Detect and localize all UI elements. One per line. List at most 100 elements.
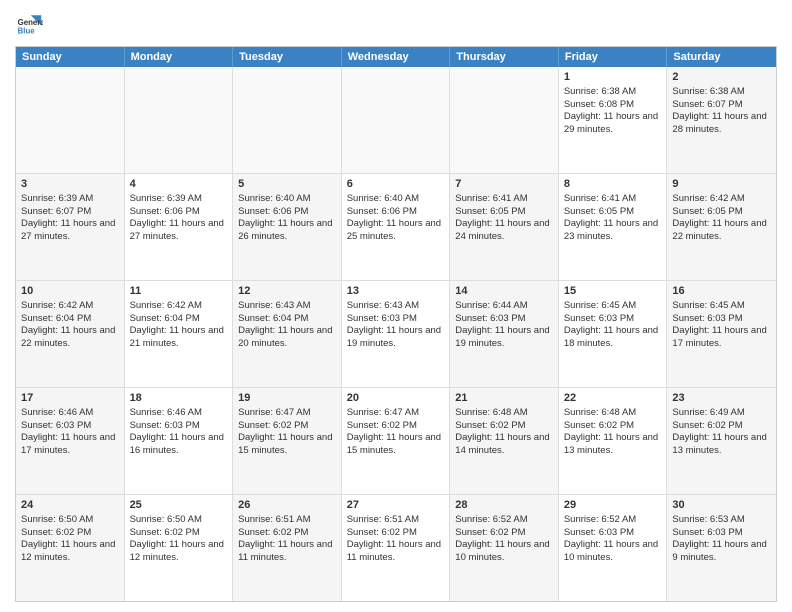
calendar-cell: 17Sunrise: 6:46 AMSunset: 6:03 PMDayligh… (16, 388, 125, 494)
calendar-cell: 24Sunrise: 6:50 AMSunset: 6:02 PMDayligh… (16, 495, 125, 601)
sunset-text: Sunset: 6:05 PM (564, 206, 634, 217)
sunrise-text: Sunrise: 6:49 AM (672, 407, 744, 418)
calendar-cell: 4Sunrise: 6:39 AMSunset: 6:06 PMDaylight… (125, 174, 234, 280)
daylight-text: Daylight: 11 hours and 19 minutes. (455, 325, 549, 349)
daylight-text: Daylight: 11 hours and 12 minutes. (130, 539, 224, 563)
sunrise-text: Sunrise: 6:40 AM (238, 193, 310, 204)
daylight-text: Daylight: 11 hours and 22 minutes. (672, 218, 766, 242)
daylight-text: Daylight: 11 hours and 22 minutes. (21, 325, 115, 349)
calendar-cell: 9Sunrise: 6:42 AMSunset: 6:05 PMDaylight… (667, 174, 776, 280)
svg-text:Blue: Blue (18, 27, 36, 36)
weekday-header: Saturday (667, 47, 776, 67)
day-number: 28 (455, 498, 553, 513)
weekday-header: Thursday (450, 47, 559, 67)
day-number: 2 (672, 70, 771, 85)
sunrise-text: Sunrise: 6:46 AM (21, 407, 93, 418)
weekday-header: Wednesday (342, 47, 451, 67)
day-number: 5 (238, 177, 336, 192)
daylight-text: Daylight: 11 hours and 23 minutes. (564, 218, 658, 242)
sunset-text: Sunset: 6:02 PM (455, 420, 525, 431)
sunset-text: Sunset: 6:03 PM (672, 527, 742, 538)
sunrise-text: Sunrise: 6:47 AM (347, 407, 419, 418)
calendar-cell: 11Sunrise: 6:42 AMSunset: 6:04 PMDayligh… (125, 281, 234, 387)
day-number: 20 (347, 391, 445, 406)
sunset-text: Sunset: 6:06 PM (238, 206, 308, 217)
sunrise-text: Sunrise: 6:52 AM (564, 514, 636, 525)
calendar-cell: 10Sunrise: 6:42 AMSunset: 6:04 PMDayligh… (16, 281, 125, 387)
calendar-cell: 15Sunrise: 6:45 AMSunset: 6:03 PMDayligh… (559, 281, 668, 387)
sunrise-text: Sunrise: 6:39 AM (130, 193, 202, 204)
calendar-cell: 5Sunrise: 6:40 AM Sunset: 6:06 PMDaylight… (233, 174, 342, 280)
calendar: SundayMondayTuesdayWednesdayThursdayFrid… (15, 46, 777, 602)
sunset-text: Sunset: 6:02 PM (21, 527, 91, 538)
calendar-header: SundayMondayTuesdayWednesdayThursdayFrid… (16, 47, 776, 67)
day-number: 12 (238, 284, 336, 299)
calendar-cell (342, 67, 451, 173)
sunset-text: Sunset: 6:03 PM (564, 527, 634, 538)
calendar-week-row: 17Sunrise: 6:46 AMSunset: 6:03 PMDayligh… (16, 388, 776, 495)
daylight-text: Daylight: 11 hours and 11 minutes. (347, 539, 441, 563)
sunset-text: Sunset: 6:03 PM (564, 313, 634, 324)
day-number: 6 (347, 177, 445, 192)
weekday-header: Sunday (16, 47, 125, 67)
calendar-body: 1Sunrise: 6:38 AMSunset: 6:08 PMDaylight… (16, 67, 776, 601)
sunset-text: Sunset: 6:03 PM (130, 420, 200, 431)
day-number: 10 (21, 284, 119, 299)
day-number: 13 (347, 284, 445, 299)
sunset-text: Sunset: 6:06 PM (130, 206, 200, 217)
calendar-cell: 16Sunrise: 6:45 AMSunset: 6:03 PMDayligh… (667, 281, 776, 387)
weekday-header: Friday (559, 47, 668, 67)
sunrise-text: Sunrise: 6:42 AM (130, 300, 202, 311)
daylight-text: Daylight: 11 hours and 13 minutes. (672, 432, 766, 456)
day-number: 22 (564, 391, 662, 406)
calendar-cell: 8Sunrise: 6:41 AMSunset: 6:05 PMDaylight… (559, 174, 668, 280)
sunrise-text: Sunrise: 6:38 AM (564, 86, 636, 97)
daylight-text: Daylight: 11 hours and 14 minutes. (455, 432, 549, 456)
daylight-text: Daylight: 11 hours and 13 minutes. (564, 432, 658, 456)
sunrise-text: Sunrise: 6:39 AM (21, 193, 93, 204)
daylight-text: Daylight: 11 hours and 20 minutes. (238, 325, 332, 349)
daylight-text: Daylight: 11 hours and 17 minutes. (21, 432, 115, 456)
day-number: 24 (21, 498, 119, 513)
day-number: 9 (672, 177, 771, 192)
sunset-text: Sunset: 6:03 PM (21, 420, 91, 431)
daylight-text: Daylight: 11 hours and 10 minutes. (455, 539, 549, 563)
sunrise-text: Sunrise: 6:46 AM (130, 407, 202, 418)
daylight-text: Daylight: 11 hours and 18 minutes. (564, 325, 658, 349)
weekday-header: Tuesday (233, 47, 342, 67)
sunset-text: Sunset: 6:02 PM (347, 527, 417, 538)
logo-icon: General Blue (15, 10, 43, 38)
daylight-text: Daylight: 11 hours and 26 minutes. (238, 218, 332, 242)
sunset-text: Sunset: 6:05 PM (672, 206, 742, 217)
sunset-text: Sunset: 6:02 PM (238, 527, 308, 538)
sunrise-text: Sunrise: 6:50 AM (130, 514, 202, 525)
daylight-text: Daylight: 11 hours and 17 minutes. (672, 325, 766, 349)
calendar-cell: 7Sunrise: 6:41 AMSunset: 6:05 PMDaylight… (450, 174, 559, 280)
sunrise-text: Sunrise: 6:48 AM (564, 407, 636, 418)
sunrise-text: Sunrise: 6:45 AM (672, 300, 744, 311)
calendar-cell: 28Sunrise: 6:52 AMSunset: 6:02 PMDayligh… (450, 495, 559, 601)
calendar-cell: 18Sunrise: 6:46 AMSunset: 6:03 PMDayligh… (125, 388, 234, 494)
sunset-text: Sunset: 6:08 PM (564, 99, 634, 110)
daylight-text: Daylight: 11 hours and 24 minutes. (455, 218, 549, 242)
sunrise-text: Sunrise: 6:48 AM (455, 407, 527, 418)
calendar-cell: 30Sunrise: 6:53 AMSunset: 6:03 PMDayligh… (667, 495, 776, 601)
day-number: 25 (130, 498, 228, 513)
daylight-text: Daylight: 11 hours and 15 minutes. (347, 432, 441, 456)
day-number: 7 (455, 177, 553, 192)
day-number: 8 (564, 177, 662, 192)
calendar-cell: 27Sunrise: 6:51 AMSunset: 6:02 PMDayligh… (342, 495, 451, 601)
sunset-text: Sunset: 6:07 PM (672, 99, 742, 110)
calendar-cell: 12Sunrise: 6:43 AMSunset: 6:04 PMDayligh… (233, 281, 342, 387)
day-number: 14 (455, 284, 553, 299)
calendar-cell: 25Sunrise: 6:50 AMSunset: 6:02 PMDayligh… (125, 495, 234, 601)
calendar-cell: 3Sunrise: 6:39 AMSunset: 6:07 PMDaylight… (16, 174, 125, 280)
logo: General Blue (15, 10, 43, 38)
sunset-text: Sunset: 6:02 PM (564, 420, 634, 431)
header: General Blue (15, 10, 777, 38)
daylight-text: Daylight: 11 hours and 10 minutes. (564, 539, 658, 563)
daylight-text: Daylight: 11 hours and 9 minutes. (672, 539, 766, 563)
weekday-header: Monday (125, 47, 234, 67)
sunrise-text: Sunrise: 6:44 AM (455, 300, 527, 311)
calendar-cell: 2Sunrise: 6:38 AMSunset: 6:07 PMDaylight… (667, 67, 776, 173)
